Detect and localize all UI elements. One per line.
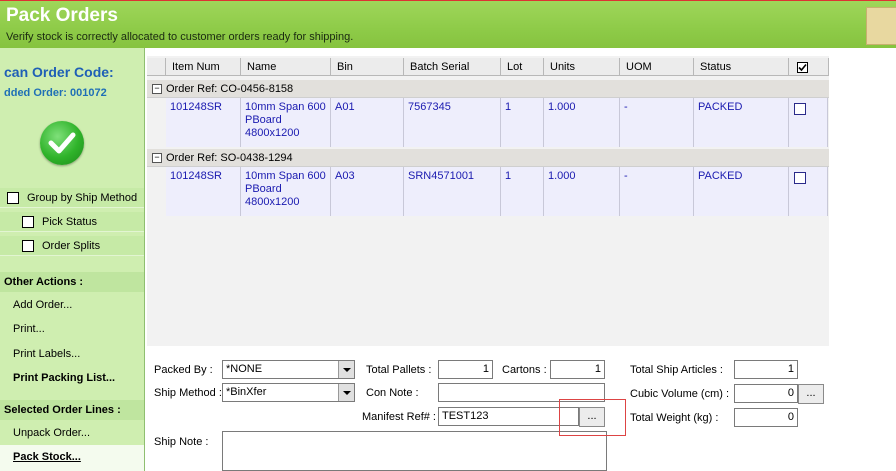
cell-units: 1.000 — [544, 167, 620, 216]
total-weight-label: Total Weight (kg) : — [630, 412, 719, 424]
cell-status: PACKED — [694, 98, 789, 147]
cell-name: 10mm Span 600 PBoard 4800x1200 — [241, 167, 331, 216]
cell-lot: 1 — [501, 98, 544, 147]
packed-by-label: Packed By : — [154, 364, 213, 376]
unpack-order-action[interactable]: Unpack Order... — [0, 421, 144, 446]
con-note-label: Con Note : — [366, 387, 419, 399]
cell-uom: - — [620, 167, 694, 216]
print-packing-list-action[interactable]: Print Packing List... — [0, 366, 144, 391]
packed-by-select[interactable]: *NONE — [222, 360, 355, 379]
column-header-bin[interactable]: Bin — [331, 58, 404, 76]
order-splits-option[interactable]: Order Splits — [0, 236, 144, 256]
scan-order-code-label: can Order Code: — [4, 64, 114, 80]
grid-corner-header — [147, 58, 166, 76]
group-by-ship-method-option[interactable]: Group by Ship Method — [0, 188, 144, 208]
cell-bin: A01 — [331, 98, 404, 147]
table-row[interactable]: 101248SR 10mm Span 600 PBoard 4800x1200 A0… — [166, 167, 828, 216]
column-header-select-all[interactable] — [789, 58, 829, 76]
cell-uom: - — [620, 98, 694, 147]
package-icon — [866, 7, 896, 45]
cartons-label: Cartons : — [502, 364, 547, 376]
cell-name: 10mm Span 600 PBoard 4800x1200 — [241, 98, 331, 147]
column-header-lot[interactable]: Lot — [501, 58, 544, 76]
group-by-ship-method-checkbox[interactable] — [7, 192, 19, 204]
column-header-units[interactable]: Units — [544, 58, 620, 76]
column-header-item-num[interactable]: Item Num — [166, 58, 241, 76]
pick-status-checkbox[interactable] — [22, 216, 34, 228]
ship-note-textarea[interactable] — [222, 431, 607, 471]
cubic-volume-label: Cubic Volume (cm) : — [630, 388, 730, 400]
column-header-uom[interactable]: UOM — [620, 58, 694, 76]
cell-item-num: 101248SR — [166, 98, 241, 147]
highlight-box — [559, 399, 626, 436]
total-pallets-input[interactable]: 1 — [438, 360, 493, 379]
collapse-icon[interactable]: − — [152, 153, 162, 163]
page-header: Pack Orders Verify stock is correctly al… — [0, 0, 896, 48]
cell-select[interactable] — [789, 167, 828, 216]
total-weight-input[interactable]: 0 — [734, 408, 798, 427]
ship-method-select[interactable]: *BinXfer — [222, 383, 355, 402]
chevron-down-icon[interactable] — [338, 361, 354, 378]
pick-status-option[interactable]: Pick Status — [0, 212, 144, 232]
cell-select[interactable] — [789, 98, 828, 147]
sidebar: can Order Code: dded Order: 001072 Group… — [0, 48, 145, 471]
cell-lot: 1 — [501, 167, 544, 216]
cartons-input[interactable]: 1 — [550, 360, 605, 379]
page-title: Pack Orders — [6, 5, 118, 26]
chevron-down-icon[interactable] — [338, 384, 354, 401]
total-pallets-label: Total Pallets : — [366, 364, 432, 376]
selected-order-lines-heading: Selected Order Lines : — [0, 400, 144, 420]
order-group-header[interactable]: − Order Ref: SO-0438-1294 — [147, 149, 829, 167]
cubic-volume-input[interactable]: 0 — [734, 384, 798, 403]
select-all-checkbox[interactable] — [797, 61, 808, 73]
other-actions-heading: Other Actions : — [0, 272, 144, 292]
total-ship-articles-input[interactable]: 1 — [734, 360, 798, 379]
row-select-checkbox[interactable] — [794, 103, 806, 115]
order-splits-checkbox[interactable] — [22, 240, 34, 252]
column-header-name[interactable]: Name — [241, 58, 331, 76]
cubic-volume-button[interactable]: ... — [798, 384, 824, 404]
add-order-action[interactable]: Add Order... — [0, 293, 144, 318]
order-group-header[interactable]: − Order Ref: CO-0456-8158 — [147, 80, 829, 98]
total-ship-articles-label: Total Ship Articles : — [630, 364, 723, 376]
pack-stock-action[interactable]: Pack Stock... — [0, 445, 144, 471]
ship-note-label: Ship Note : — [154, 436, 209, 448]
cell-status: PACKED — [694, 167, 789, 216]
cell-bin: A03 — [331, 167, 404, 216]
column-header-batch-serial[interactable]: Batch Serial — [404, 58, 501, 76]
cell-batch-serial: SRN4571001 — [404, 167, 501, 216]
success-check-icon — [40, 121, 84, 165]
manifest-ref-input[interactable]: TEST123 — [438, 407, 579, 426]
print-action[interactable]: Print... — [0, 317, 144, 342]
manifest-ref-label: Manifest Ref# : — [362, 411, 436, 423]
print-labels-action[interactable]: Print Labels... — [0, 342, 144, 367]
page-subtitle: Verify stock is correctly allocated to c… — [6, 31, 354, 43]
ship-method-label: Ship Method : — [154, 387, 222, 399]
cell-batch-serial: 7567345 — [404, 98, 501, 147]
cell-item-num: 101248SR — [166, 167, 241, 216]
table-row[interactable]: 101248SR 10mm Span 600 PBoard 4800x1200 A0… — [166, 98, 828, 147]
column-header-status[interactable]: Status — [694, 58, 789, 76]
row-select-checkbox[interactable] — [794, 172, 806, 184]
collapse-icon[interactable]: − — [152, 84, 162, 94]
cell-units: 1.000 — [544, 98, 620, 147]
added-order-status: dded Order: 001072 — [4, 87, 107, 99]
